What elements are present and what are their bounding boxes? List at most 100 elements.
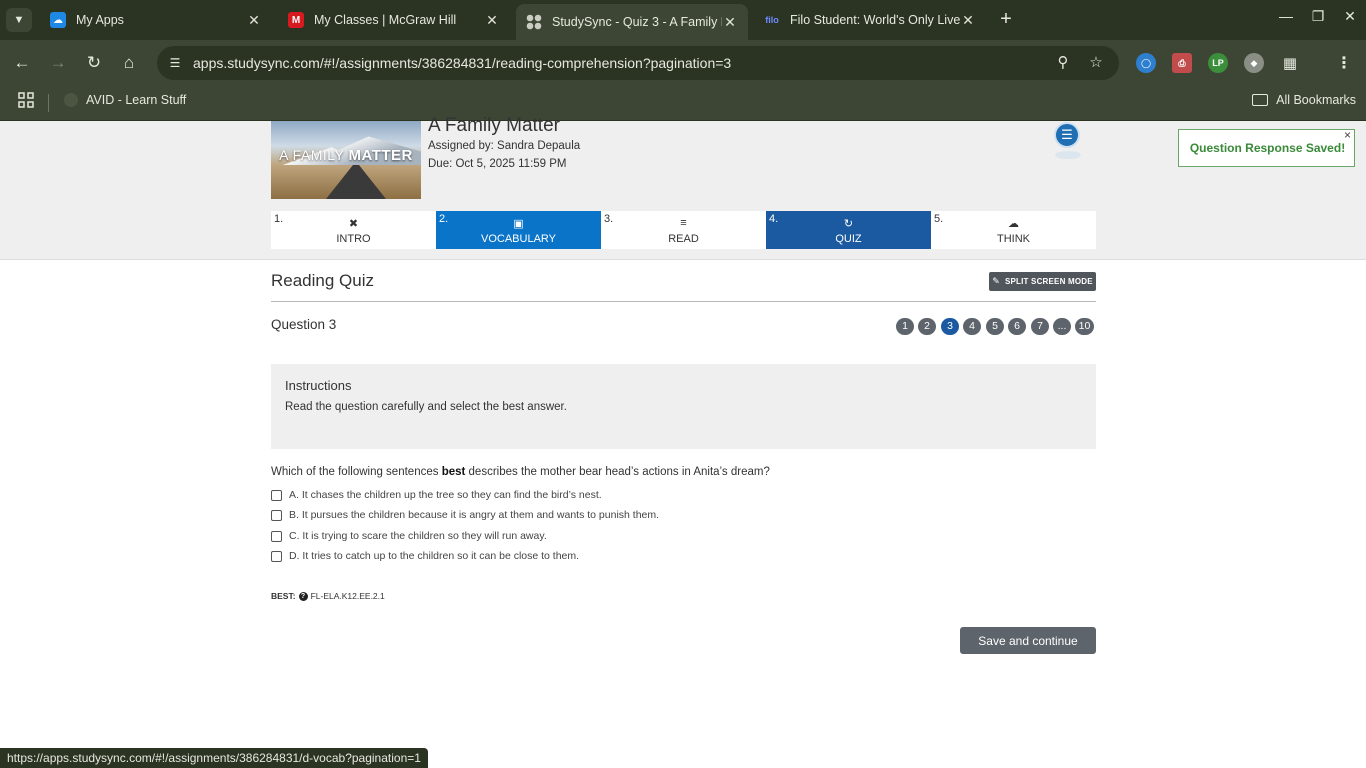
tab-title: My Classes | McGraw Hill — [314, 13, 457, 27]
mcgraw-hill-m-icon: M — [288, 12, 304, 28]
tab-search-chevron-icon[interactable]: ▼ — [6, 8, 32, 32]
new-tab-plus-icon[interactable]: + — [994, 8, 1018, 32]
reload-icon[interactable]: ↻ — [83, 52, 105, 74]
bookmark-avid[interactable]: AVID - Learn Stuff — [64, 93, 186, 107]
best-standard: BEST: ? FL-ELA.K12.EE.2.1 — [271, 591, 385, 601]
save-and-continue-button[interactable]: Save and continue — [960, 627, 1096, 654]
shield-extension-icon[interactable]: ◯ — [1136, 53, 1156, 73]
info-icon[interactable]: ? — [298, 591, 308, 601]
bookmark-star-icon[interactable]: ☆ — [1086, 53, 1106, 73]
hamburger-menu-icon[interactable]: ☰ — [1054, 122, 1080, 148]
answer-choice[interactable]: C. It is trying to scare the children so… — [271, 528, 547, 544]
toast-close-icon[interactable]: × — [1344, 128, 1351, 142]
quiz-title: Reading Quiz — [271, 271, 375, 290]
answer-choice[interactable]: B. It pursues the children because it is… — [271, 507, 659, 523]
step-read[interactable]: 3. ≡ READ — [601, 211, 766, 249]
all-bookmarks-label: All Bookmarks — [1276, 93, 1356, 107]
home-icon[interactable]: ⌂ — [118, 52, 140, 74]
question-pre: Which of the following sentences — [271, 466, 442, 478]
folder-icon — [1252, 94, 1269, 106]
step-think[interactable]: 5. ☁ THINK — [931, 211, 1096, 249]
all-bookmarks[interactable]: All Bookmarks — [1252, 93, 1356, 107]
more-menu-icon[interactable]: ⋮ — [1334, 53, 1354, 73]
step-intro[interactable]: 1. ✖ INTRO — [271, 211, 436, 249]
close-tab-icon[interactable]: ✕ — [246, 12, 262, 29]
toast-message: Question Response Saved! — [1189, 141, 1346, 155]
tab-filo[interactable]: filo Filo Student: World's Only Live I ✕ — [754, 4, 986, 36]
close-window-icon[interactable]: ✕ — [1338, 8, 1362, 25]
question-post: describes the mother bear head’s actions… — [465, 466, 770, 478]
best-label: BEST: — [271, 591, 296, 601]
step-label: INTRO — [336, 233, 371, 245]
step-vocabulary[interactable]: 2. ▣ VOCABULARY — [436, 211, 601, 249]
tab-mcgraw-hill[interactable]: M My Classes | McGraw Hill ✕ — [278, 4, 510, 36]
page-button[interactable]: 4 — [963, 318, 981, 335]
security-extension-icon[interactable]: ◆ — [1244, 53, 1264, 73]
split-screen-label: SPLIT SCREEN MODE — [1004, 277, 1093, 286]
best-standard-code: FL-ELA.K12.EE.2.1 — [310, 591, 385, 601]
page-button-current[interactable]: 3 — [941, 318, 959, 335]
assignment-cover-image: A FAMILY MATTER — [271, 121, 421, 199]
lp-extension-icon[interactable]: LP — [1208, 53, 1228, 73]
assigned-by: Assigned by: Sandra Depaula — [428, 140, 581, 152]
page-button[interactable]: 10 — [1075, 318, 1094, 335]
vocabulary-icon: ▣ — [513, 218, 524, 230]
answer-choice[interactable]: D. It tries to catch up to the children … — [271, 548, 579, 564]
answer-checkbox[interactable] — [271, 530, 282, 542]
answer-text: C. It is trying to scare the children so… — [289, 530, 547, 542]
step-label: READ — [668, 233, 699, 245]
cover-title: A FAMILY MATTER — [271, 147, 421, 164]
answer-choice[interactable]: A. It chases the children up the tree so… — [271, 487, 602, 503]
cloud-icon: ☁ — [50, 12, 66, 28]
site-info-icon[interactable]: ☰ — [165, 53, 185, 73]
forward-arrow-icon[interactable]: → — [47, 52, 69, 74]
step-label: VOCABULARY — [481, 233, 556, 245]
address-url[interactable]: apps.studysync.com/#!/assignments/386284… — [193, 55, 731, 71]
page-button[interactable]: 5 — [986, 318, 1004, 335]
zoom-magnifier-icon[interactable]: ⚲ — [1053, 53, 1073, 73]
assignment-header: A FAMILY MATTER A Family Matter Assigned… — [0, 115, 1366, 260]
extensions-puzzle-icon[interactable]: ▦ — [1280, 53, 1300, 73]
page-button[interactable]: 2 — [918, 318, 936, 335]
minimize-icon[interactable]: — — [1274, 8, 1298, 24]
instructions-text: Read the question carefully and select t… — [285, 401, 567, 413]
saved-toast: Question Response Saved! × — [1178, 128, 1355, 167]
step-label: QUIZ — [835, 233, 862, 245]
page-button[interactable]: 1 — [896, 318, 914, 335]
due-date: Due: Oct 5, 2025 11:59 PM — [428, 158, 567, 170]
bookmarks-divider — [48, 94, 49, 112]
apps-grid-icon[interactable] — [18, 92, 36, 110]
printer-extension-icon[interactable]: ⎙ — [1172, 53, 1192, 73]
step-quiz[interactable]: 4. ↻ QUIZ — [766, 211, 931, 249]
answer-checkbox[interactable] — [271, 550, 282, 562]
pencil-icon: ✎ — [992, 276, 1000, 286]
tab-title: Filo Student: World's Only Live I — [790, 13, 960, 27]
divider — [271, 301, 1096, 302]
page-button[interactable]: 7 — [1031, 318, 1049, 335]
step-label: THINK — [997, 233, 1030, 245]
back-arrow-icon[interactable]: ← — [11, 52, 33, 74]
browser-toolbar: ← → ↻ ⌂ ☰ apps.studysync.com/#!/assignme… — [0, 40, 1366, 86]
filo-icon: filo — [765, 15, 779, 25]
read-icon: ≡ — [680, 217, 687, 229]
assignment-steps: 1. ✖ INTRO 2. ▣ VOCABULARY 3. ≡ READ 4. … — [271, 211, 1096, 249]
answer-checkbox[interactable] — [271, 489, 282, 501]
instructions-heading: Instructions — [285, 378, 352, 393]
page-ellipsis[interactable]: ... — [1053, 318, 1071, 335]
answer-checkbox[interactable] — [271, 509, 282, 521]
think-icon: ☁ — [1008, 218, 1019, 230]
tab-my-apps[interactable]: ☁ My Apps ✕ — [40, 4, 272, 36]
close-tab-icon[interactable]: ✕ — [484, 12, 500, 29]
status-bar-url: https://apps.studysync.com/#!/assignment… — [0, 748, 428, 768]
close-tab-icon[interactable]: ✕ — [960, 12, 976, 29]
close-tab-icon[interactable]: ✕ — [722, 14, 738, 31]
tab-studysync[interactable]: StudySync - Quiz 3 - A Family M ✕ — [516, 4, 748, 40]
assignment-title: A Family Matter — [428, 115, 560, 136]
address-bar[interactable]: ☰ apps.studysync.com/#!/assignments/3862… — [157, 46, 1119, 80]
studysync-icon — [526, 14, 542, 30]
restore-window-icon[interactable]: ❐ — [1306, 8, 1330, 25]
answer-text: B. It pursues the children because it is… — [289, 509, 660, 521]
page-button[interactable]: 6 — [1008, 318, 1026, 335]
split-screen-button[interactable]: ✎ SPLIT SCREEN MODE — [989, 272, 1096, 291]
bookmark-label: AVID - Learn Stuff — [86, 93, 187, 107]
